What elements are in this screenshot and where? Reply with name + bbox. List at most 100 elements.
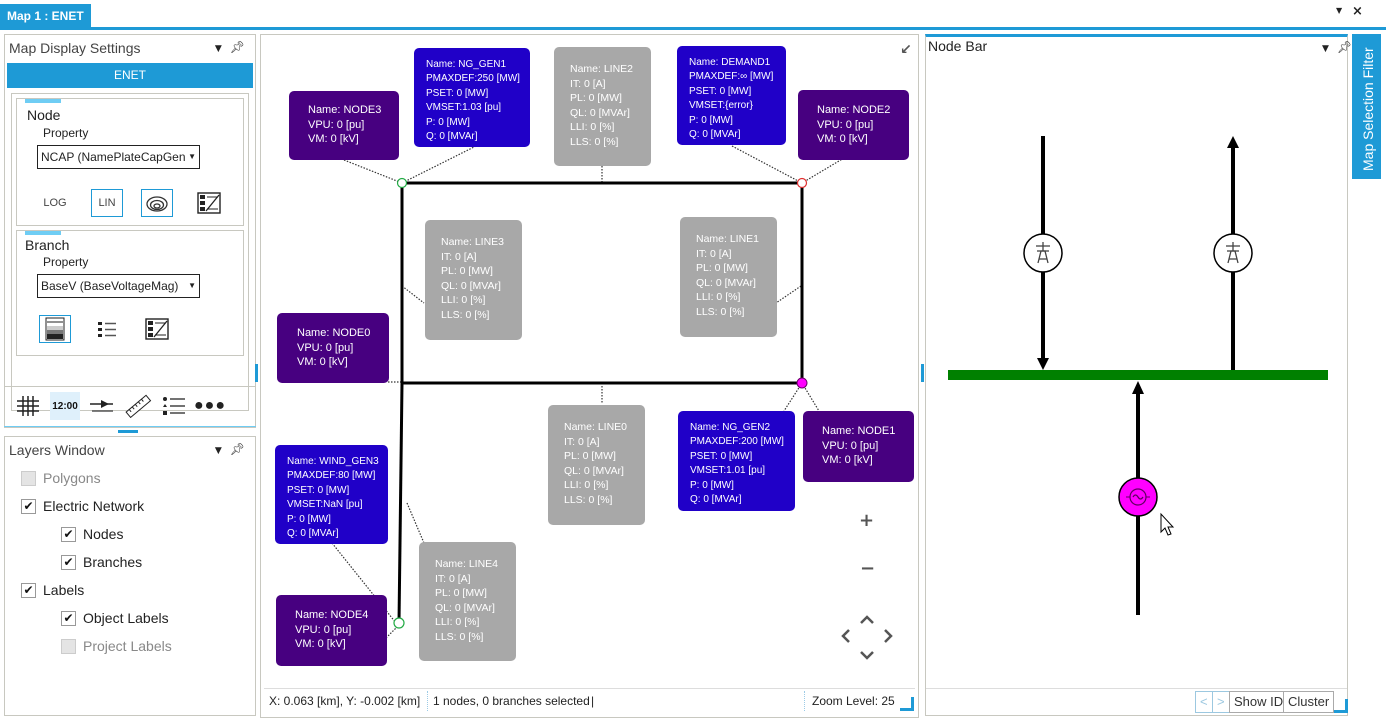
dropdown-arrow-icon[interactable]: ▼ (215, 446, 222, 456)
label-line-text: P: 0 [MW] (426, 116, 470, 128)
label-ng-gen1[interactable]: Name: NG_GEN1 PMAXDEF:250 [MW] PSET: 0 [MW… (414, 48, 530, 147)
label-line3[interactable]: Name: LINE3 IT: 0 [A] PL: 0 [MW] QL: 0 [MVA… (425, 220, 522, 340)
label-line1[interactable]: Name: LINE1 IT: 0 [A] PL: 0 [MW] QL: 0 [MVA… (680, 217, 777, 337)
time-button[interactable]: 12:00 (50, 392, 80, 420)
network-header[interactable]: ENET (7, 63, 253, 88)
legend-gradient-button[interactable] (193, 189, 225, 217)
legend-gradient-icon (197, 192, 221, 214)
panel-splitter[interactable] (118, 430, 138, 433)
label-line-text: PL: 0 [MW] (696, 262, 748, 275)
list-legend-icon (98, 322, 116, 337)
status-separator (804, 691, 805, 711)
contour-rings-button[interactable] (141, 189, 173, 217)
label-line4[interactable]: Name: LINE4 IT: 0 [A] PL: 0 [MW] QL: 0 [MVA… (419, 542, 516, 661)
node-property-select[interactable]: NCAP (NamePlateCapGen ▼ (37, 145, 200, 169)
label-line-text: IT: 0 [A] (570, 77, 606, 90)
label-line-text: PSET: 0 [MW] (287, 484, 350, 496)
layer-item-polygons[interactable]: Polygons (21, 470, 101, 486)
legend-gradient-button[interactable] (141, 315, 173, 343)
branch-settings-group: Branch Property BaseV (BaseVoltageMag) ▼ (16, 230, 244, 356)
label-line-text: Name: LINE2 (570, 63, 634, 75)
checkbox[interactable]: ✔ (61, 526, 76, 542)
prev-button[interactable]: < (1195, 691, 1213, 713)
label-node2[interactable]: Name: NODE2 VPU: 0 [pu] VM: 0 [kV] (798, 90, 909, 160)
left-panel-sash[interactable] (255, 364, 258, 382)
checkbox[interactable]: ✔ (61, 610, 76, 626)
zoom-level: Zoom Level: 25 (812, 694, 895, 708)
label-line-text: VPU: 0 [pu] (822, 439, 879, 452)
document-menu-icon[interactable]: ▼ (1336, 6, 1342, 15)
pan-control[interactable] (840, 612, 894, 662)
log-scale-button[interactable]: LOG (39, 189, 71, 217)
pin-icon[interactable]: 📌︎ (1337, 40, 1352, 54)
layer-item-electric-network[interactable]: ✔ Electric Network (21, 498, 144, 514)
label-line-text: Name: NODE1 (822, 425, 896, 437)
label-line-text: PMAXDEF:200 [MW] (690, 436, 784, 448)
label-demand1[interactable]: Name: DEMAND1 PMAXDEF:∞ [MW] PSET: 0 [MW] V… (677, 46, 786, 145)
label-line-text: VM: 0 [kV] (817, 133, 868, 145)
cluster-button[interactable]: Cluster (1283, 691, 1335, 713)
label-ng-gen2[interactable]: Name: NG_GEN2 PMAXDEF:200 [MW] PSET: 0 [MW… (678, 411, 795, 511)
more-options-button[interactable]: ●●● (194, 392, 226, 420)
label-wind-gen3[interactable]: Name: WIND_GEN3 PMAXDEF:80 [MW] PSET: 0 [M… (275, 445, 388, 544)
label-node0[interactable]: Name: NODE0 VPU: 0 [pu] VM: 0 [kV] (277, 313, 389, 383)
dropdown-arrow-icon[interactable]: ▼ (1322, 44, 1329, 54)
panel-controls: ▼ 📌︎ (207, 40, 245, 54)
pin-icon[interactable]: 📌︎ (230, 40, 245, 54)
color-bands-button[interactable] (39, 315, 71, 343)
label-line-text: LLS: 0 [%] (435, 630, 484, 643)
label-node3[interactable]: Name: NODE3 VPU: 0 [pu] VM: 0 [kV] (289, 91, 399, 160)
label-line-text: PL: 0 [MW] (564, 450, 616, 463)
layer-item-labels[interactable]: ✔ Labels (21, 582, 84, 598)
show-id-button[interactable]: Show ID (1229, 691, 1289, 713)
resize-grip[interactable] (1334, 699, 1348, 713)
label-line-text: IT: 0 [A] (441, 250, 477, 263)
map-canvas[interactable]: Name: NODE3 VPU: 0 [pu] VM: 0 [kV] Name: N… (264, 38, 915, 683)
checkbox[interactable] (21, 470, 36, 486)
connector-line (406, 502, 425, 544)
node4-marker (393, 617, 405, 629)
document-tab-map1[interactable]: Map 1 : ENET (0, 4, 91, 28)
checkbox[interactable] (61, 638, 76, 654)
zoom-in-button[interactable]: + (859, 510, 874, 531)
layer-item-object-labels[interactable]: ✔ Object Labels (61, 610, 169, 626)
pin-icon[interactable]: 📌︎ (230, 442, 245, 456)
checkbox[interactable]: ✔ (61, 554, 76, 570)
right-panel-sash[interactable] (921, 364, 924, 382)
label-line2[interactable]: Name: LINE2 IT: 0 [A] PL: 0 [MW] QL: 0 [MVA… (554, 47, 651, 166)
list-legend-button[interactable] (91, 315, 123, 343)
branch-property-select[interactable]: BaseV (BaseVoltageMag) ▼ (37, 274, 200, 298)
collapse-arrow-icon[interactable]: ↙ (900, 42, 912, 58)
layer-item-project-labels[interactable]: Project Labels (61, 638, 172, 654)
label-node1[interactable]: Name: NODE1 VPU: 0 [pu] VM: 0 [kV] (803, 411, 914, 482)
checkbox[interactable]: ✔ (21, 498, 36, 514)
layer-item-branches[interactable]: ✔ Branches (61, 554, 142, 570)
list-icon (163, 397, 185, 415)
close-icon[interactable]: × (1352, 4, 1363, 19)
legend-gradient-icon (145, 318, 169, 340)
ruler-button[interactable] (122, 392, 154, 420)
layers-window: Layers Window ▼ 📌︎ Polygons ✔ Electric Netw… (4, 436, 256, 716)
layer-item-nodes[interactable]: ✔ Nodes (61, 526, 123, 542)
next-button[interactable]: > (1212, 691, 1230, 713)
list-button[interactable] (158, 392, 190, 420)
map-selection-filter-tab[interactable]: Map Selection Filter (1352, 34, 1381, 179)
label-line-text: VM: 0 [kV] (297, 356, 348, 368)
label-line-text: QL: 0 [MVAr] (564, 464, 624, 477)
lin-scale-button[interactable]: LIN (91, 189, 123, 217)
connector-line (731, 145, 803, 184)
arrow-line-button[interactable] (86, 392, 118, 420)
dropdown-arrow-icon[interactable]: ▼ (215, 44, 222, 54)
label-node4[interactable]: Name: NODE4 VPU: 0 [pu] VM: 0 [kV] (276, 595, 387, 666)
label-line-text: LLI: 0 [%] (435, 616, 480, 629)
label-line-text: LLS: 0 [%] (570, 135, 619, 148)
zoom-out-button[interactable]: − (860, 558, 875, 579)
label-line-text: P: 0 [MW] (287, 513, 331, 525)
label-line-text: LLI: 0 [%] (696, 291, 741, 304)
label-line0[interactable]: Name: LINE0 IT: 0 [A] PL: 0 [MW] QL: 0 [MVA… (548, 405, 645, 525)
ruler-icon (125, 394, 152, 418)
resize-grip[interactable] (900, 697, 914, 711)
checkbox[interactable]: ✔ (21, 582, 36, 598)
grid-button[interactable] (12, 392, 44, 420)
node-bar-diagram (948, 136, 1328, 615)
